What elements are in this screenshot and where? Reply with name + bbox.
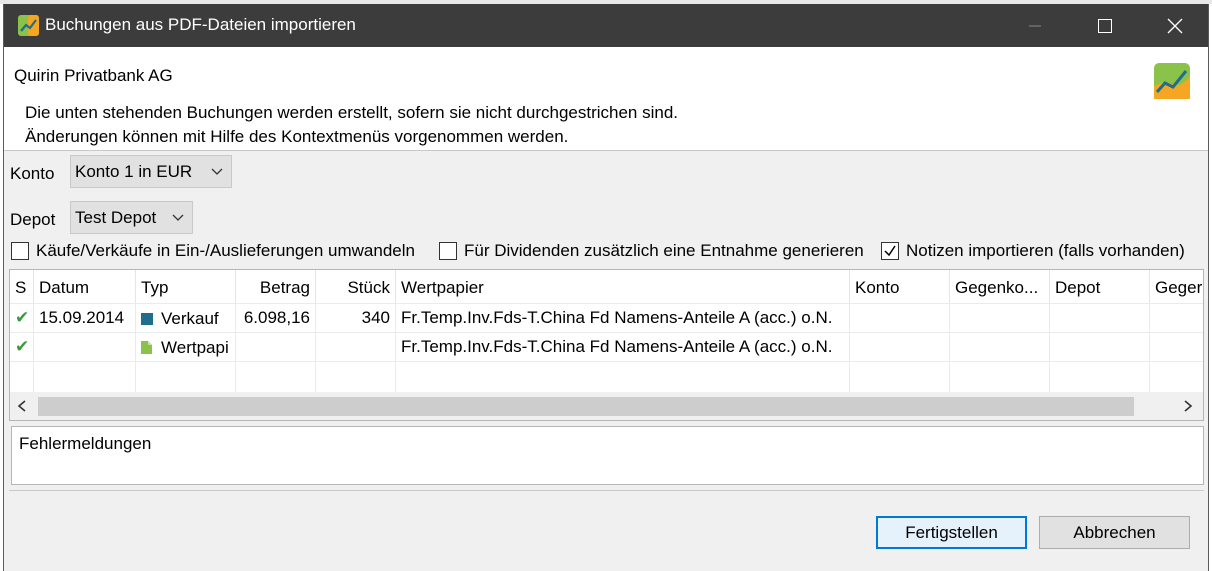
checkbox-checked[interactable]: [881, 242, 899, 260]
grid-line: [849, 362, 850, 392]
cancel-button-label: Abbrechen: [1073, 522, 1156, 542]
cell-stueck: 340: [316, 304, 396, 333]
konto-select-value: Konto 1 in EUR: [75, 161, 193, 181]
chevron-right-icon: [1184, 400, 1193, 412]
finish-button[interactable]: Fertigstellen: [876, 516, 1027, 549]
chevron-left-icon: [17, 400, 26, 412]
maximize-icon: [1098, 18, 1112, 33]
cell-typ: Verkauf: [136, 304, 236, 333]
cell-gegendepot: [1150, 333, 1203, 362]
window-title: Buchungen aus PDF-Dateien importieren: [45, 15, 356, 34]
chevron-down-icon: [172, 214, 184, 221]
cell-datum: [34, 333, 136, 362]
column-header-betrag[interactable]: Betrag: [236, 270, 316, 303]
finish-button-label: Fertigstellen: [905, 522, 998, 542]
option-label: Käufe/Verkäufe in Ein-/Auslieferungen um…: [36, 241, 415, 260]
column-header-gegendepot[interactable]: Geger: [1150, 270, 1203, 303]
close-icon: [1167, 18, 1183, 33]
grid-line: [33, 362, 34, 392]
scroll-right-button[interactable]: [1180, 398, 1196, 414]
column-header-status[interactable]: S: [10, 270, 34, 303]
status-check-icon: ✔: [10, 333, 34, 362]
konto-select[interactable]: Konto 1 in EUR: [70, 155, 232, 188]
dialog-header: Quirin Privatbank AG Die unten stehenden…: [4, 47, 1208, 151]
cell-betrag: [236, 333, 316, 362]
option-label: Für Dividenden zusätzlich eine Entnahme …: [464, 241, 864, 260]
cell-betrag: 6.098,16: [236, 304, 316, 333]
maximize-button[interactable]: [1082, 4, 1128, 47]
grid-line: [135, 362, 136, 392]
document-icon: [141, 341, 152, 354]
checkmark-icon: [884, 245, 896, 257]
column-header-typ[interactable]: Typ: [136, 270, 236, 303]
chevron-down-icon: [211, 168, 223, 175]
cell-typ: Wertpapi: [136, 333, 236, 362]
grid-line: [235, 362, 236, 392]
depot-label: Depot: [10, 210, 56, 229]
konto-label: Konto: [10, 164, 55, 183]
checkbox[interactable]: [11, 242, 29, 260]
cell-konto: [850, 333, 950, 362]
cell-stueck: [316, 333, 396, 362]
cell-gegendepot: [1150, 304, 1203, 333]
table-row[interactable]: ✔ Wertpapi Fr.Temp.Inv.Fds-T.China Fd Na…: [10, 332, 1203, 362]
transaction-icon: [141, 312, 153, 325]
column-header-stueck[interactable]: Stück: [316, 270, 396, 303]
table-row[interactable]: ✔ 15.09.2014 Verkauf 6.098,16 340 Fr.Tem…: [10, 303, 1203, 333]
grid-line: [949, 362, 950, 392]
minimize-icon: [1029, 25, 1041, 26]
cell-typ-text: Verkauf: [161, 308, 219, 328]
column-header-depot[interactable]: Depot: [1050, 270, 1150, 303]
error-messages-label: Fehlermeldungen: [19, 434, 152, 453]
cell-gegenkonto: [950, 304, 1050, 333]
column-header-konto[interactable]: Konto: [850, 270, 950, 303]
divider: [9, 490, 1204, 491]
cell-depot: [1050, 304, 1150, 333]
transactions-table: S Datum Typ Betrag Stück Wertpapier Kont…: [9, 269, 1204, 421]
column-header-datum[interactable]: Datum: [34, 270, 136, 303]
grid-line: [395, 362, 396, 392]
portfolio-logo-icon: [1154, 63, 1190, 99]
cell-gegenkonto: [950, 333, 1050, 362]
option-import-notes[interactable]: Notizen importieren (falls vorhanden): [881, 240, 1185, 262]
column-header-wertpapier[interactable]: Wertpapier: [396, 270, 850, 303]
cell-wertpapier: Fr.Temp.Inv.Fds-T.China Fd Namens-Anteil…: [396, 304, 850, 333]
grid-line: [1049, 362, 1050, 392]
checkbox[interactable]: [439, 242, 457, 260]
minimize-button[interactable]: [1012, 4, 1058, 47]
cell-datum: 15.09.2014: [34, 304, 136, 333]
scrollbar-thumb[interactable]: [38, 397, 1134, 416]
cell-konto: [850, 304, 950, 333]
app-icon: [18, 15, 39, 36]
status-check-icon: ✔: [10, 304, 34, 333]
close-button[interactable]: [1152, 4, 1198, 47]
cell-wertpapier: Fr.Temp.Inv.Fds-T.China Fd Namens-Anteil…: [396, 333, 850, 362]
depot-select-value: Test Depot: [75, 207, 157, 227]
cell-depot: [1050, 333, 1150, 362]
bank-name: Quirin Privatbank AG: [14, 66, 173, 85]
grid-line: [1149, 362, 1150, 392]
cancel-button[interactable]: Abbrechen: [1039, 516, 1190, 549]
cell-typ-text: Wertpapi: [161, 337, 229, 357]
header-message-line2: Änderungen können mit Hilfe des Kontextm…: [25, 127, 569, 146]
import-dialog: Buchungen aus PDF-Dateien importieren Qu…: [3, 4, 1209, 571]
empty-row: [10, 361, 1203, 392]
header-message-line1: Die unten stehenden Buchungen werden ers…: [25, 103, 679, 122]
option-label: Notizen importieren (falls vorhanden): [906, 241, 1185, 260]
option-dividend-withdrawal[interactable]: Für Dividenden zusätzlich eine Entnahme …: [439, 240, 864, 262]
scroll-left-button[interactable]: [14, 398, 30, 414]
table-header: S Datum Typ Betrag Stück Wertpapier Kont…: [10, 270, 1203, 303]
title-bar: Buchungen aus PDF-Dateien importieren: [4, 4, 1208, 47]
option-convert-deliveries[interactable]: Käufe/Verkäufe in Ein-/Auslieferungen um…: [11, 240, 415, 262]
depot-select[interactable]: Test Depot: [70, 201, 193, 234]
grid-line: [315, 362, 316, 392]
column-header-gegenkonto[interactable]: Gegenko...: [950, 270, 1050, 303]
horizontal-scrollbar[interactable]: [10, 392, 1203, 420]
error-messages-box[interactable]: Fehlermeldungen: [11, 426, 1204, 485]
